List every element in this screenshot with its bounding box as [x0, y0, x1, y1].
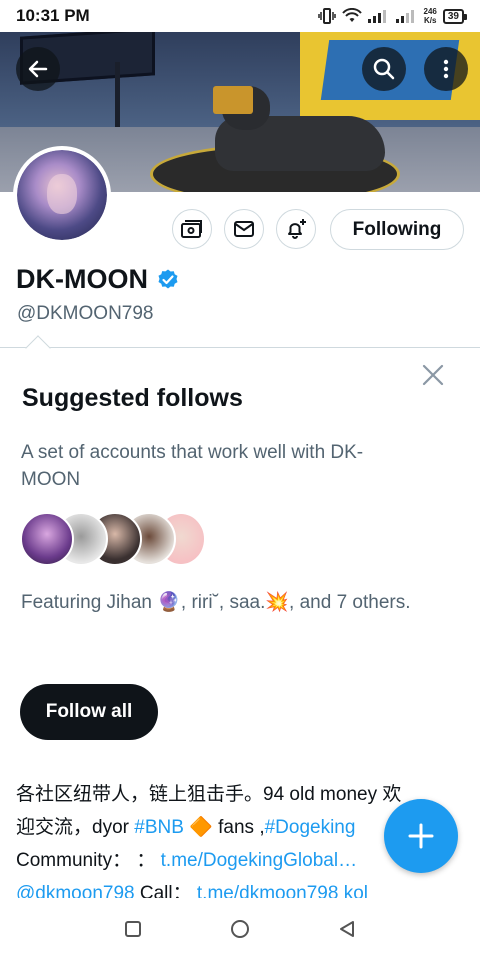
compose-post-button[interactable] — [384, 799, 458, 873]
network-speed-unit: K/s — [423, 16, 437, 25]
back-button[interactable] — [16, 47, 60, 91]
status-time: 10:31 PM — [16, 6, 90, 25]
home-circle-icon[interactable] — [229, 918, 251, 940]
network-speed: 246 K/s — [424, 7, 437, 25]
battery-indicator: 39 — [442, 8, 468, 24]
callout-caret — [25, 335, 51, 361]
featuring-middle: , riri˘, saa. — [180, 592, 266, 613]
search-icon — [373, 58, 395, 80]
featuring-text: Featuring Jihan 🔮, riri˘, saa.💥, and 7 o… — [21, 590, 411, 614]
collision-emoji: 💥 — [265, 592, 290, 613]
signal-icon — [367, 10, 386, 23]
suggested-avatars[interactable] — [20, 512, 220, 566]
crystal-ball-emoji: 🔮 — [157, 592, 181, 613]
hashtag-bnb-link[interactable]: #BNB — [134, 817, 184, 838]
bio-community-label: Community： ： — [16, 850, 156, 871]
dismiss-suggestions-button[interactable] — [420, 362, 446, 388]
message-button[interactable] — [224, 209, 264, 249]
follow-all-button[interactable]: Follow all — [20, 684, 158, 740]
section-divider — [0, 347, 480, 348]
profile-handle: @DKMOON798 — [17, 303, 154, 324]
display-name-row: DK-MOON — [16, 264, 180, 295]
avatar-image — [17, 150, 107, 240]
profile-avatar[interactable] — [13, 146, 111, 244]
suggested-follows-description: A set of accounts that work well with DK… — [21, 442, 364, 490]
subscribe-button[interactable] — [172, 209, 212, 249]
status-bar: 10:31 PM 246 K/s 39 — [0, 0, 480, 32]
bio-line-1: 各社区纽带人，链上狙击手。94 old money 欢 — [16, 784, 402, 805]
envelope-icon — [234, 221, 254, 237]
recents-square-icon[interactable] — [123, 919, 143, 939]
plus-icon — [408, 823, 434, 849]
close-icon — [422, 364, 444, 386]
more-options-button[interactable] — [424, 47, 468, 91]
bio-text: 迎交流，dyor — [16, 817, 135, 838]
verified-badge-icon[interactable] — [156, 268, 180, 292]
featuring-prefix: Featuring Jihan — [21, 592, 158, 613]
hashtag-dogeking-link[interactable]: #Dogeking — [265, 817, 356, 838]
banner-crown — [213, 86, 253, 114]
system-nav-bar — [0, 898, 480, 960]
wifi-icon — [341, 8, 362, 22]
more-vertical-icon — [443, 59, 449, 79]
notifications-button[interactable] — [276, 209, 316, 249]
search-button[interactable] — [362, 47, 406, 91]
network-speed-value: 246 — [423, 7, 437, 16]
display-name: DK-MOON — [16, 264, 148, 294]
vibrate-icon — [317, 8, 336, 24]
back-triangle-icon[interactable] — [337, 919, 357, 939]
bio-text-fans: fans , — [212, 817, 265, 838]
featuring-suffix: , and 7 others. — [289, 592, 411, 613]
telegram-link[interactable]: t.me/DogekingGlobal… — [161, 850, 357, 871]
money-icon — [181, 220, 202, 238]
back-arrow-icon — [28, 60, 48, 78]
following-button[interactable]: Following — [330, 209, 464, 250]
bnb-emoji: 🔶 — [189, 817, 213, 838]
bell-plus-icon — [288, 219, 306, 239]
status-icons: 246 K/s 39 — [317, 7, 468, 25]
suggested-follows-title: Suggested follows — [22, 384, 243, 412]
signal-icon-2 — [395, 10, 414, 23]
suggested-avatar-1[interactable] — [20, 512, 74, 566]
